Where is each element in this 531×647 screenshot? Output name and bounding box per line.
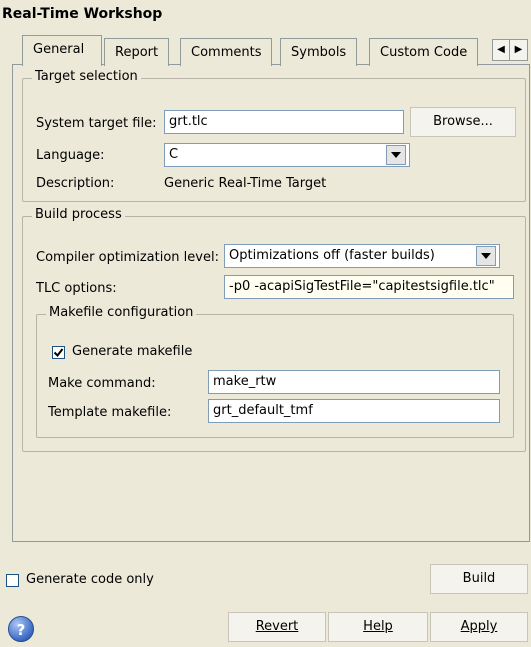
tab-custom-code[interactable]: Custom Code bbox=[369, 38, 479, 66]
compiler-optimization-label: Compiler optimization level: bbox=[36, 250, 219, 265]
generate-makefile-label: Generate makefile bbox=[72, 344, 193, 359]
chevron-down-icon[interactable] bbox=[386, 145, 406, 165]
tab-label: Custom Code bbox=[380, 45, 468, 60]
window-title: Real-Time Workshop bbox=[2, 6, 163, 22]
system-target-file-input[interactable]: grt.tlc bbox=[164, 110, 404, 134]
language-value: C bbox=[169, 147, 179, 162]
chevron-down-icon[interactable] bbox=[476, 246, 496, 266]
tlc-options-label: TLC options: bbox=[36, 281, 117, 296]
tab-general[interactable]: General bbox=[22, 35, 102, 66]
tab-label: General bbox=[33, 42, 85, 57]
tab-symbols[interactable]: Symbols bbox=[280, 38, 358, 66]
tab-comments[interactable]: Comments bbox=[180, 38, 273, 66]
system-target-file-label: System target file: bbox=[36, 116, 157, 131]
revert-label: Revert bbox=[255, 619, 299, 634]
template-makefile-input[interactable]: grt_default_tmf bbox=[208, 399, 500, 423]
tlc-options-input[interactable]: -p0 -acapiSigTestFile="capitestsigfile.t… bbox=[224, 275, 514, 299]
description-label: Description: bbox=[36, 176, 115, 191]
generate-makefile-checkbox[interactable] bbox=[52, 346, 65, 359]
language-label: Language: bbox=[36, 148, 105, 163]
language-select[interactable]: C bbox=[164, 143, 410, 167]
tab-label: Symbols bbox=[291, 45, 347, 60]
build-button[interactable]: Build bbox=[430, 564, 528, 594]
tab-label: Report bbox=[115, 45, 159, 60]
browse-button[interactable]: Browse... bbox=[410, 107, 516, 137]
help-icon[interactable]: ? bbox=[8, 616, 34, 642]
tab-scroll-left-icon[interactable]: ◀ bbox=[492, 39, 510, 61]
make-command-input[interactable]: make_rtw bbox=[208, 370, 500, 394]
template-makefile-label: Template makefile: bbox=[48, 405, 172, 420]
make-command-label: Make command: bbox=[48, 376, 156, 391]
generate-code-only-checkbox[interactable] bbox=[6, 574, 19, 587]
help-button[interactable]: Help bbox=[328, 612, 428, 642]
compiler-optimization-value: Optimizations off (faster builds) bbox=[229, 248, 435, 263]
tab-scroll-right-icon[interactable]: ▶ bbox=[510, 39, 528, 61]
revert-button[interactable]: Revert bbox=[228, 612, 326, 642]
generate-code-only-label: Generate code only bbox=[26, 572, 154, 587]
makefile-configuration-legend: Makefile configuration bbox=[46, 305, 197, 320]
build-process-legend: Build process bbox=[32, 207, 125, 222]
apply-label: Apply bbox=[460, 619, 498, 634]
apply-button[interactable]: Apply bbox=[430, 612, 528, 642]
description-value: Generic Real-Time Target bbox=[164, 176, 327, 191]
compiler-optimization-select[interactable]: Optimizations off (faster builds) bbox=[224, 244, 500, 268]
target-selection-legend: Target selection bbox=[32, 69, 141, 84]
tab-report[interactable]: Report bbox=[104, 38, 170, 66]
help-label: Help bbox=[363, 619, 393, 634]
tab-label: Comments bbox=[191, 45, 262, 60]
